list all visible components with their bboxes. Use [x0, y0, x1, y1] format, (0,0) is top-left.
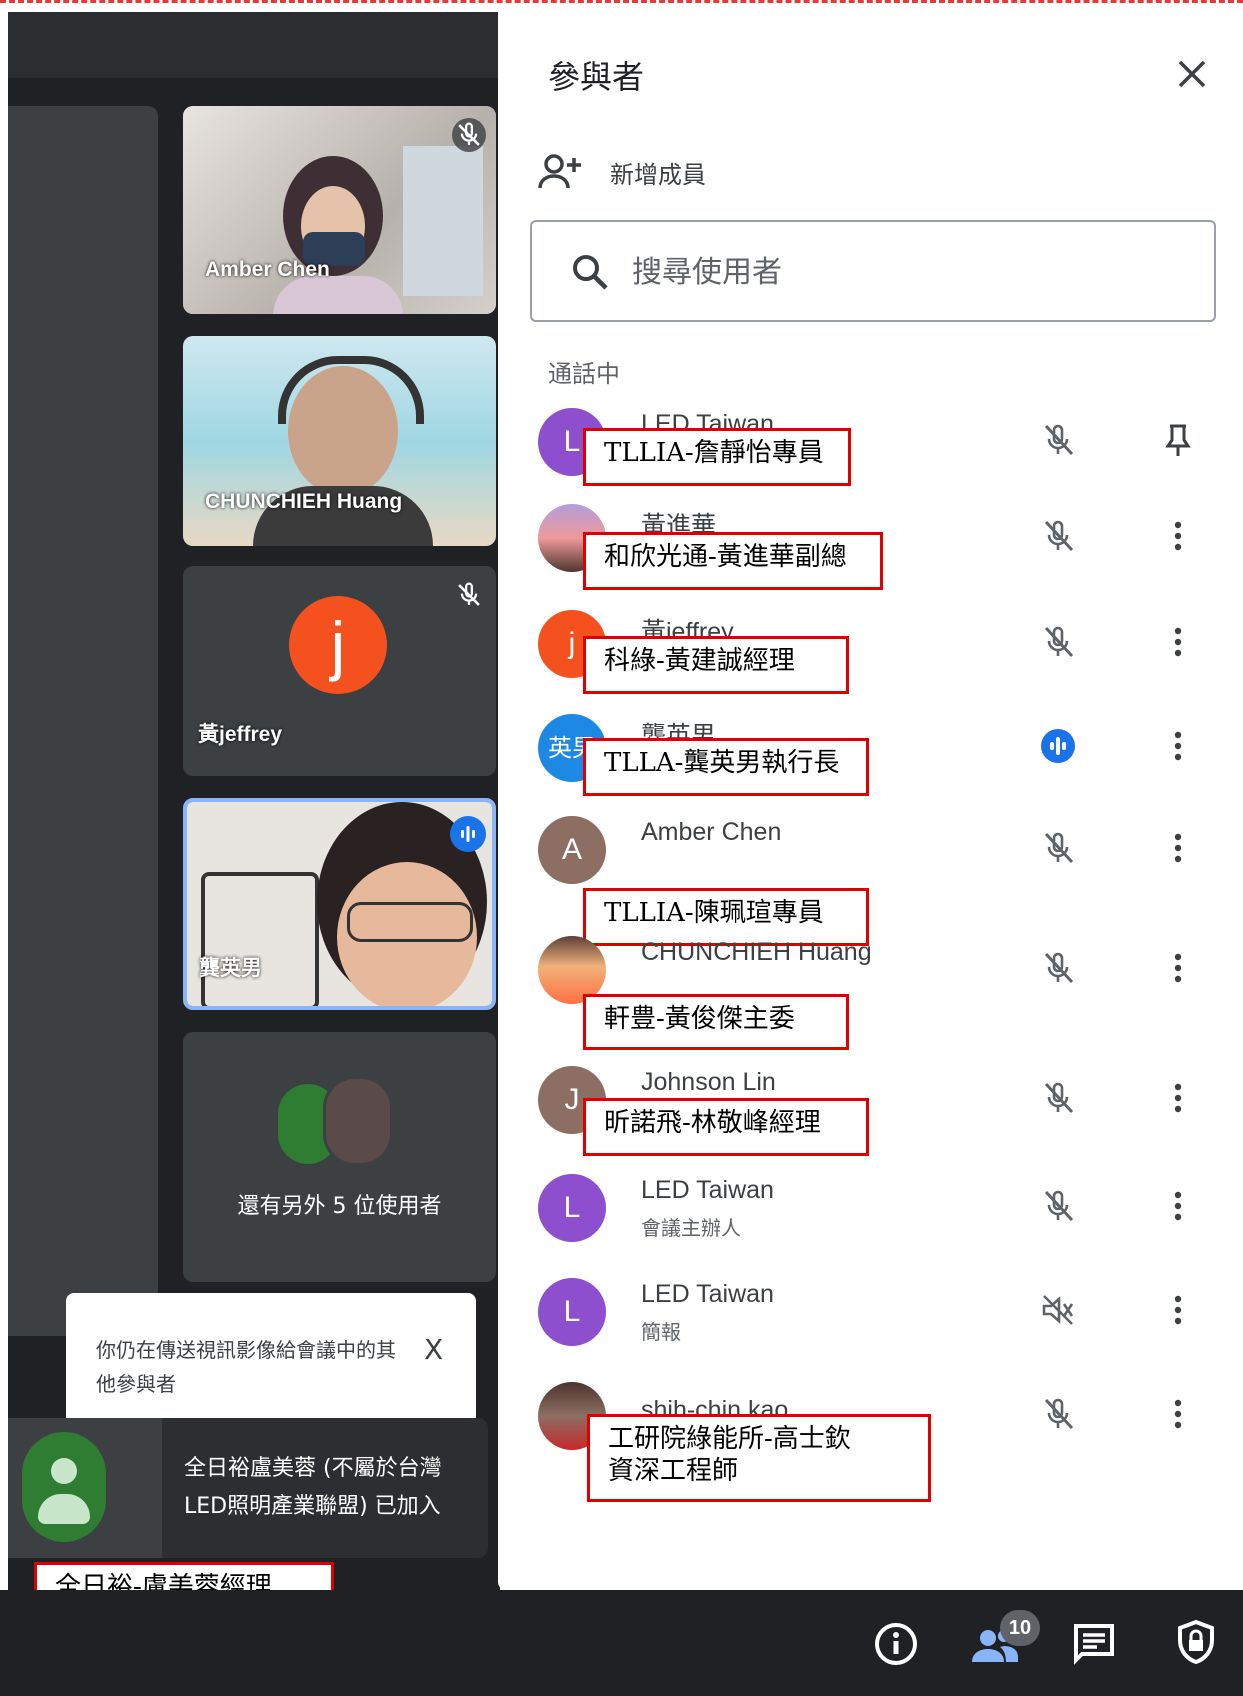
avatar: L: [538, 1174, 606, 1242]
toast-message: 你仍在傳送視訊影像給會議中的其他參與者: [96, 1338, 396, 1396]
mic-off-icon: [1044, 952, 1074, 984]
participant-name: CHUNCHIEH Huang: [641, 938, 872, 966]
join-message: 全日裕盧美蓉 (不屬於台灣LED照明產業聯盟) 已加入: [184, 1456, 442, 1519]
more-options-icon[interactable]: [1158, 948, 1198, 988]
more-options-icon[interactable]: [1158, 1394, 1198, 1434]
avatar: A: [538, 816, 606, 884]
participant-role: 簡報: [641, 1320, 681, 1344]
participant-name: Johnson Lin: [641, 1068, 776, 1096]
tile-name: CHUNCHIEH Huang: [205, 490, 403, 513]
speaking-indicator-icon: [450, 816, 486, 852]
annotation-label: 工研院綠能所-高士欽 資深工程師: [587, 1414, 931, 1502]
shelf-background: [403, 146, 483, 296]
pin-icon[interactable]: [1158, 420, 1198, 460]
camera-drawing: [201, 872, 319, 1006]
mic-off-icon: [452, 118, 486, 152]
lock-shield-icon[interactable]: [1172, 1618, 1220, 1666]
bottom-toolbar: [0, 1590, 1243, 1696]
video-tile-gong-ying-nan[interactable]: 龔英男: [183, 798, 496, 1010]
avatar: [22, 1432, 106, 1542]
close-icon: [1178, 60, 1206, 88]
participant-row: L LED Taiwan 簡報: [498, 1276, 1243, 1380]
participants-panel: 參與者 新增成員 通話中 L LED Taiwan TLLIA-詹靜怡專員 黃進…: [498, 12, 1243, 1590]
participant-row: L LED Taiwan 會議主辦人: [498, 1172, 1243, 1276]
panel-title: 參與者: [548, 58, 645, 96]
avatar-photo: [323, 1076, 393, 1166]
annotation-label: 軒豊-黃俊傑主委: [583, 994, 849, 1050]
more-options-icon[interactable]: [1158, 828, 1198, 868]
annotation-label: 科綠-黃建誠經理: [583, 636, 849, 694]
tile-name: Amber Chen: [205, 258, 330, 281]
search-input[interactable]: [630, 246, 1194, 298]
annotation-label: TLLIA-詹靜怡專員: [583, 428, 851, 486]
participant-name: Amber Chen: [641, 818, 782, 846]
video-tile-chunchieh-huang[interactable]: CHUNCHIEH Huang: [183, 336, 496, 546]
tile-name: 黃jeffrey: [198, 723, 283, 746]
join-avatar-area: [8, 1418, 162, 1558]
info-icon[interactable]: [872, 1620, 920, 1668]
annotation-label: TLLA-龔英男執行長: [583, 738, 869, 796]
participant-count-badge: 10: [1000, 1610, 1040, 1646]
chat-icon[interactable]: [1070, 1620, 1118, 1668]
close-panel-button[interactable]: [1170, 52, 1214, 96]
video-tile-jeffrey[interactable]: j 黃jeffrey: [183, 566, 496, 776]
tile-name: 龔英男: [199, 957, 262, 980]
section-label-in-call: 通話中: [548, 360, 620, 388]
more-options-icon[interactable]: [1158, 516, 1198, 556]
screenshot-dashed-border: [0, 0, 1243, 12]
more-options-icon[interactable]: [1158, 1186, 1198, 1226]
search-icon: [573, 255, 608, 290]
avatar: j: [289, 596, 387, 694]
avatar: L: [538, 1278, 606, 1346]
mic-off-icon: [1044, 1398, 1074, 1430]
video-tile-others[interactable]: 還有另外 5 位使用者: [183, 1032, 496, 1282]
main-stage-tile: [8, 106, 158, 1336]
more-options-icon[interactable]: [1158, 726, 1198, 766]
toast-close-button[interactable]: X: [424, 1333, 443, 1366]
participant-role: 會議主辦人: [641, 1216, 741, 1240]
mic-off-icon: [1044, 520, 1074, 552]
mic-off-icon: [1044, 1190, 1074, 1222]
participant-name: LED Taiwan: [641, 1176, 774, 1204]
more-options-icon[interactable]: [1158, 1290, 1198, 1330]
mic-off-icon: [1044, 1082, 1074, 1114]
mic-off-icon: [1044, 832, 1074, 864]
others-count-label: 還有另外 5 位使用者: [237, 1194, 442, 1219]
glasses: [347, 902, 473, 942]
search-box[interactable]: [530, 220, 1216, 322]
mic-off-icon: [1044, 626, 1074, 658]
video-sending-toast: 你仍在傳送視訊影像給會議中的其他參與者 X: [66, 1293, 476, 1418]
mic-off-icon: [1044, 424, 1074, 456]
video-tile-amber-chen[interactable]: Amber Chen: [183, 106, 496, 314]
add-member-button[interactable]: 新增成員: [538, 150, 706, 194]
mic-off-icon: [452, 578, 486, 612]
more-options-icon[interactable]: [1158, 622, 1198, 662]
avatar-head: [51, 1458, 77, 1484]
add-member-label: 新增成員: [610, 160, 706, 189]
annotation-label: 昕諾飛-林敬峰經理: [583, 1098, 869, 1156]
speaking-indicator-icon: [1041, 729, 1075, 763]
annotation-label: 和欣光通-黃進華副總: [583, 532, 883, 590]
person-add-icon: [538, 154, 581, 189]
participant-name: LED Taiwan: [641, 1280, 774, 1308]
more-options-icon[interactable]: [1158, 1078, 1198, 1118]
meet-top-bar: [8, 12, 500, 78]
join-notification: 全日裕盧美蓉 (不屬於台灣LED照明產業聯盟) 已加入: [8, 1418, 488, 1558]
presentation-muted-icon: [1042, 1295, 1074, 1325]
avatar-body: [38, 1494, 90, 1524]
